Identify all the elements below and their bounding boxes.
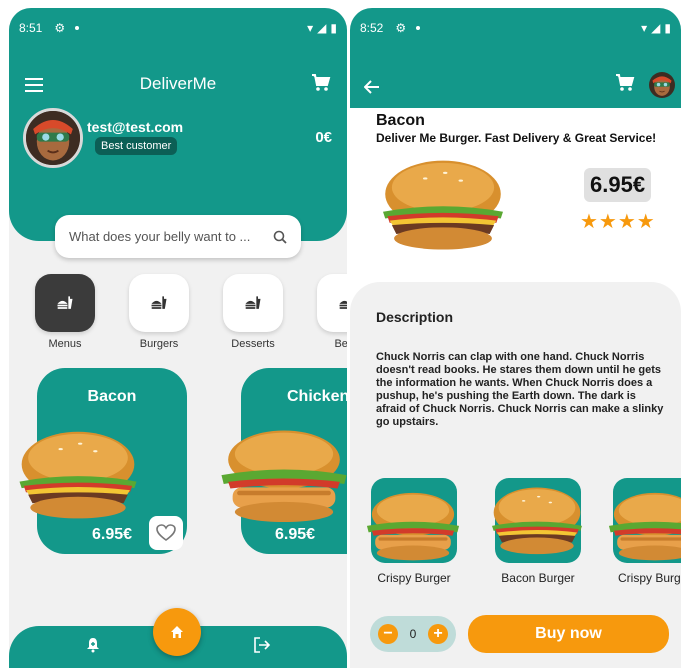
related-item-name: Crispy Burg [618, 571, 681, 585]
balance: 0€ [315, 129, 332, 146]
description-title: Description [376, 309, 454, 325]
cart-icon[interactable] [615, 74, 635, 97]
search-icon[interactable] [273, 230, 287, 244]
product-title: Bacon [376, 112, 425, 129]
avatar[interactable] [649, 72, 675, 98]
category-label: Desserts [231, 338, 275, 350]
notification-dot [75, 26, 80, 30]
buy-now-button[interactable]: Buy now [468, 615, 669, 653]
food-icon [223, 274, 283, 332]
heart-icon[interactable] [149, 516, 183, 550]
bell-icon[interactable] [85, 637, 101, 658]
settings-icon: ⚙ [54, 21, 66, 35]
logout-icon[interactable] [253, 637, 271, 658]
signal-icon: ◢ [651, 21, 661, 35]
card-title: Bacon [87, 388, 137, 405]
food-icon [129, 274, 189, 332]
related-item-crispy-burger[interactable]: Crispy Burger [364, 478, 464, 585]
category-label: Burgers [139, 338, 179, 350]
wifi-icon: ▾ [307, 21, 314, 35]
category-beverages[interactable]: Beve [317, 274, 347, 350]
home-screen: 8:51 ⚙ ▾ ◢ ▮ DeliverMe test@test.com Bes… [9, 8, 347, 668]
related-item-name: Crispy Burger [377, 571, 451, 585]
status-bar: 8:52 ⚙ ▾ ◢ ▮ [350, 8, 681, 48]
category-burgers[interactable]: Burgers [129, 274, 189, 350]
home-button[interactable] [153, 608, 201, 656]
quantity-stepper: − 0 + [370, 616, 456, 652]
search-placeholder: What does your belly want to ... [69, 229, 251, 244]
category-label: Beve [334, 338, 347, 350]
product-detail-screen: 8:52 ⚙ ▾ ◢ ▮ Bacon Deliver Me Burger. Fa… [350, 8, 681, 668]
food-icon [35, 274, 95, 332]
minus-button[interactable]: − [378, 624, 398, 644]
category-list: Menus Burgers Desserts Beve [35, 274, 347, 350]
category-desserts[interactable]: Desserts [223, 274, 283, 350]
status-time: 8:52 [360, 21, 384, 35]
back-arrow-icon[interactable] [363, 78, 380, 99]
bacon-burger-image [13, 424, 143, 524]
chicken-burger-image [217, 422, 347, 526]
product-image [376, 154, 510, 254]
status-bar: 8:51 ⚙ ▾ ◢ ▮ [9, 8, 347, 48]
plus-button[interactable]: + [428, 624, 448, 644]
home-icon [171, 626, 183, 638]
rating-stars: ★★★★ [580, 211, 656, 233]
product-subtitle: Deliver Me Burger. Fast Delivery & Great… [376, 131, 657, 145]
status-badge: Best customer [95, 137, 178, 155]
category-label: Menus [48, 338, 82, 350]
description-text: Chuck Norris can clap with one hand. Chu… [376, 351, 664, 428]
search-input[interactable]: What does your belly want to ... [55, 215, 301, 258]
signal-icon: ◢ [317, 21, 327, 35]
related-item-image [603, 488, 681, 562]
avatar[interactable] [23, 108, 83, 168]
related-item-image [487, 482, 587, 558]
product-price: 6.95€ [584, 168, 652, 202]
battery-icon: ▮ [330, 21, 337, 35]
notification-dot [416, 26, 421, 30]
card-price: 6.95€ [275, 526, 316, 543]
description-panel [350, 282, 681, 668]
related-item-image [361, 488, 465, 562]
battery-icon: ▮ [664, 21, 671, 35]
app-title: DeliverMe [139, 74, 217, 93]
quantity-value: 0 [409, 627, 417, 641]
user-email: test@test.com [87, 119, 184, 135]
related-item-crispy-burger-2[interactable]: Crispy Burg [606, 478, 681, 585]
status-time: 8:51 [19, 21, 43, 35]
cart-icon[interactable] [311, 74, 331, 97]
food-icon [317, 274, 347, 332]
related-item-name: Bacon Burger [501, 571, 575, 585]
category-menus[interactable]: Menus [35, 274, 95, 350]
related-item-bacon-burger[interactable]: Bacon Burger [488, 478, 588, 585]
card-title: Chicken [287, 388, 347, 405]
settings-icon: ⚙ [395, 21, 407, 35]
wifi-icon: ▾ [641, 21, 648, 35]
